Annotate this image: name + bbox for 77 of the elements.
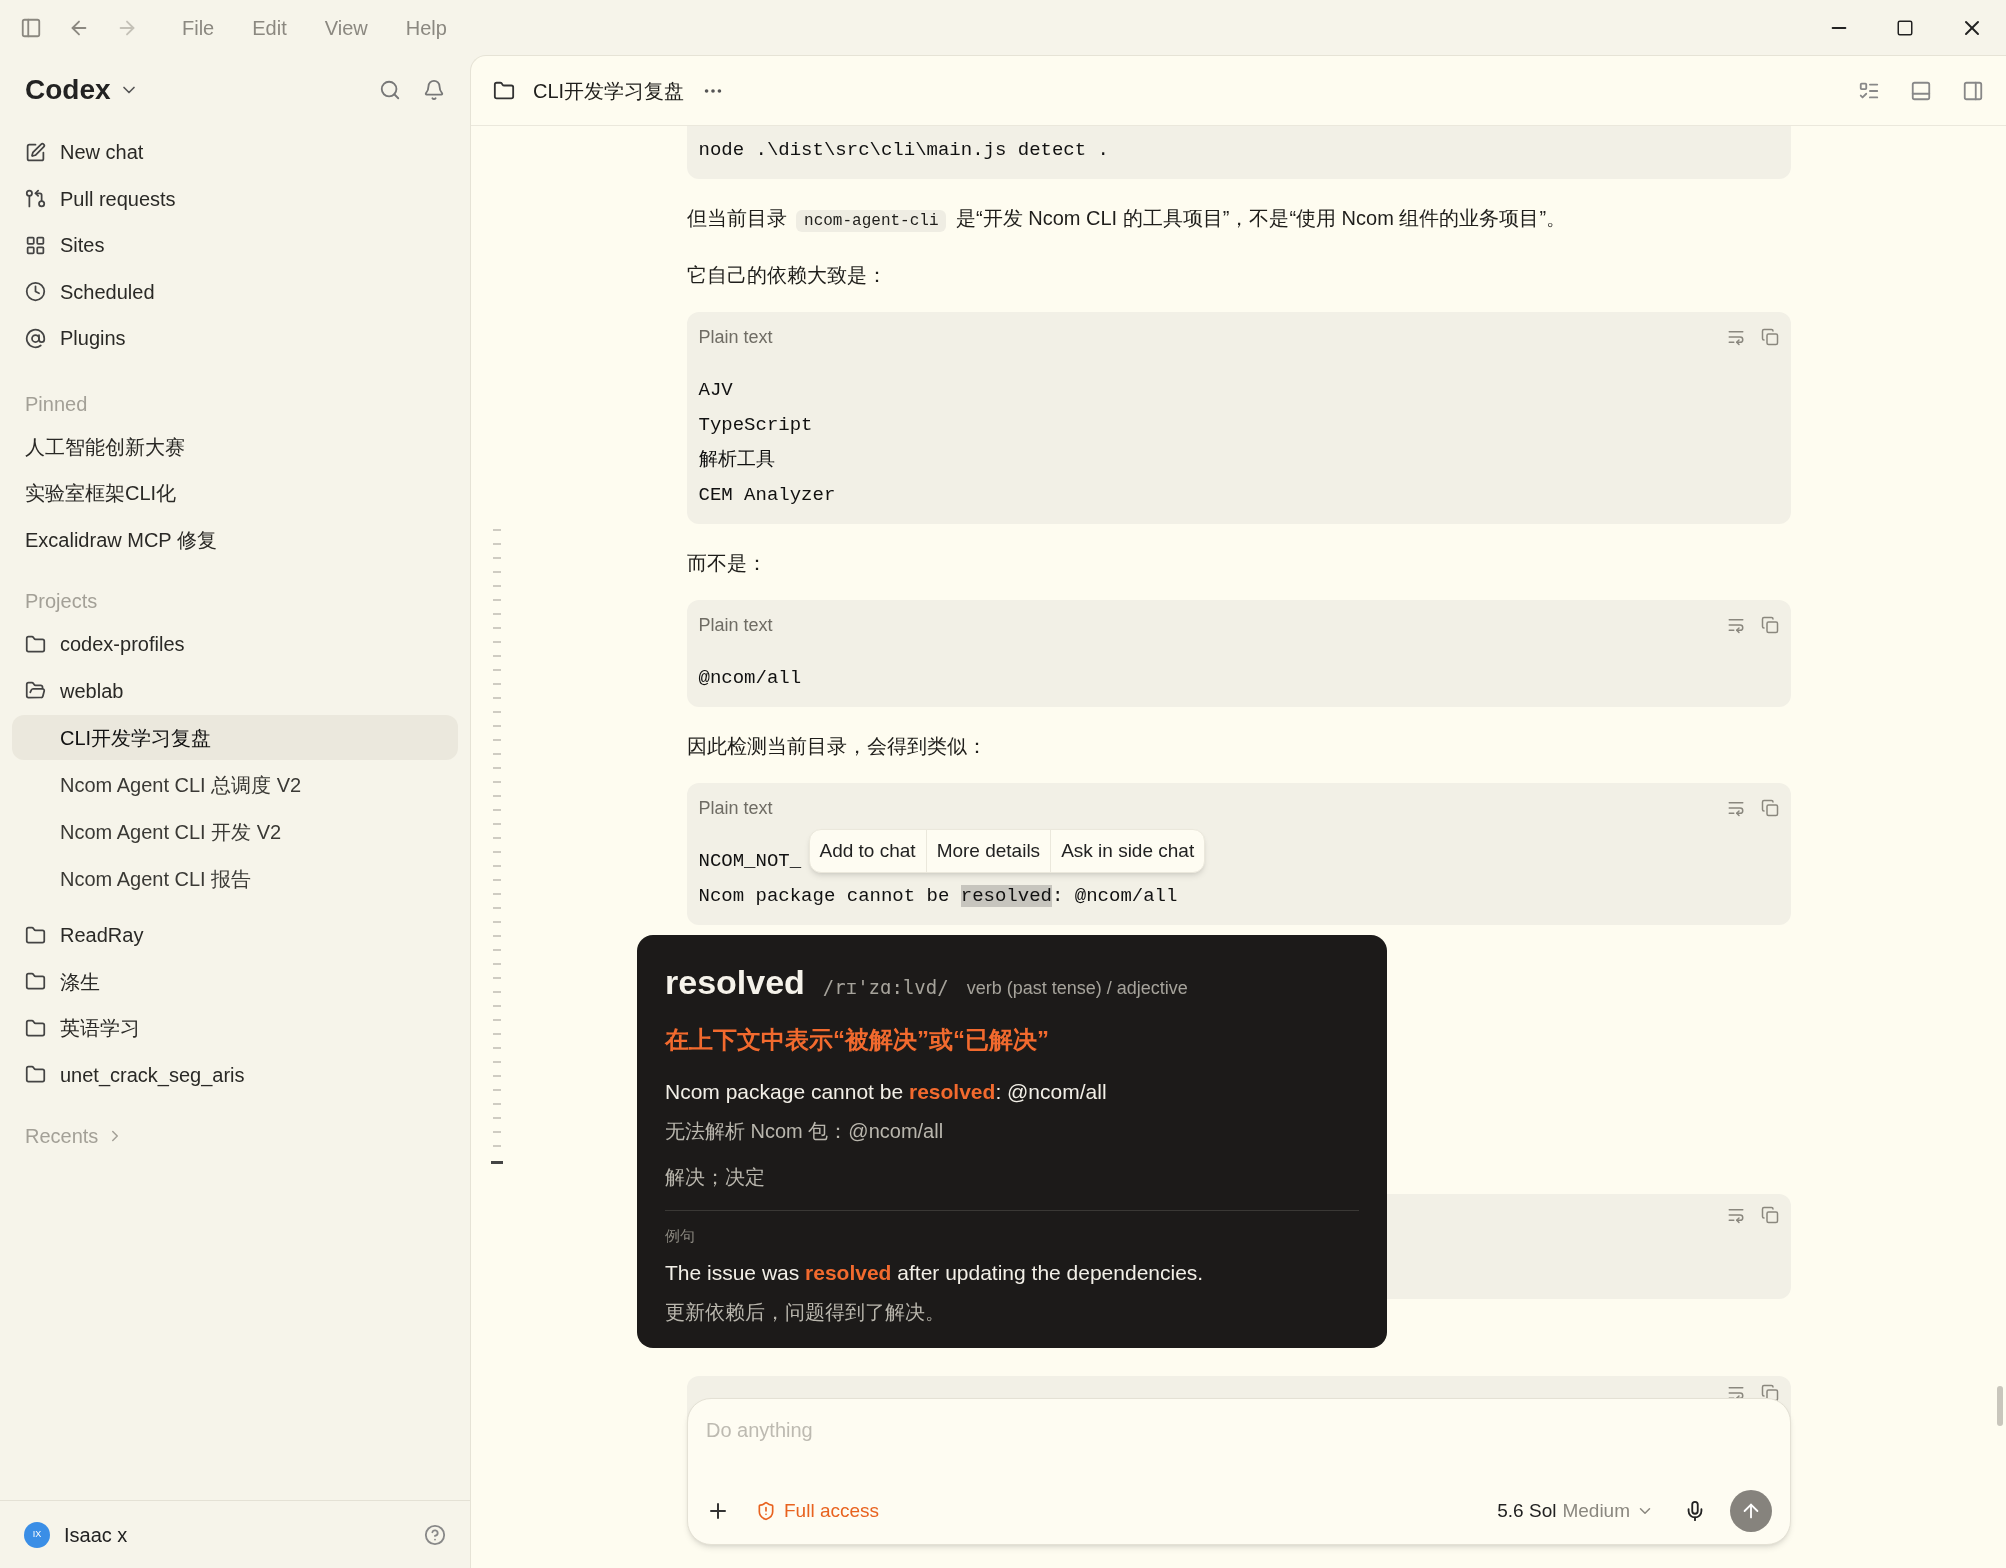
at-icon bbox=[25, 327, 46, 349]
menu-item[interactable]: Ask in side chat bbox=[1050, 830, 1205, 872]
section-heading: Projects bbox=[24, 589, 99, 614]
chat-item[interactable]: Ncom Agent CLI 开发 V2 bbox=[12, 809, 458, 854]
help-icon[interactable] bbox=[424, 1523, 446, 1546]
phonetic: /rɪ'zɑ:lvd/ bbox=[822, 975, 949, 1000]
code-language-label: Plain text bbox=[698, 325, 773, 349]
bell-icon[interactable] bbox=[423, 79, 445, 101]
project-item[interactable]: weblab bbox=[0, 667, 470, 714]
maximize-icon[interactable] bbox=[1896, 18, 1914, 37]
project-item[interactable]: ReadRay bbox=[0, 912, 470, 959]
nav-item[interactable]: Scheduled bbox=[0, 268, 470, 315]
copy-icon[interactable] bbox=[1760, 328, 1779, 346]
code-line: TypeScript bbox=[698, 413, 813, 438]
example-heading: 例句 bbox=[665, 1225, 696, 1246]
pen-icon bbox=[25, 141, 46, 163]
example-sentence: The issue was resolved after updating the dependencies. bbox=[665, 1260, 1205, 1286]
code-language-label: Plain text bbox=[698, 613, 773, 637]
scrollbar-thumb[interactable] bbox=[1997, 1386, 2003, 1426]
chat-item[interactable]: CLI开发学习复盘 bbox=[12, 715, 458, 760]
nav-item[interactable]: Pull requests bbox=[0, 175, 470, 222]
nav-item[interactable]: New chat bbox=[0, 129, 470, 176]
context-meaning: 在上下文中表示“被解决”或“已解决” bbox=[665, 1025, 1050, 1055]
wrap-icon[interactable] bbox=[1726, 799, 1745, 817]
pinned-chat[interactable]: 人工智能创新大赛 bbox=[0, 423, 210, 470]
clock-icon bbox=[25, 281, 46, 303]
chat-title: CLI开发学习复盘 bbox=[533, 78, 685, 104]
copy-icon[interactable] bbox=[1760, 1206, 1779, 1224]
project-item[interactable]: codex-profiles bbox=[0, 621, 470, 668]
context-sentence: Ncom package cannot be resolved: @ncom/all bbox=[665, 1079, 1108, 1105]
section-heading: Pinned bbox=[24, 391, 89, 417]
right-panel-icon[interactable] bbox=[1962, 79, 1984, 102]
send-button[interactable] bbox=[1730, 1490, 1772, 1532]
code-line: node .\dist\src\cli\main.js detect . bbox=[698, 138, 1109, 163]
word-senses: 解决；决定 bbox=[665, 1164, 766, 1190]
context-translation: 无法解析 Ncom 包：@ncom/all bbox=[665, 1118, 945, 1144]
code-line: CEM Analyzer bbox=[698, 483, 836, 508]
sidebar-toggle-icon[interactable] bbox=[20, 16, 42, 39]
project-item[interactable]: unet_crack_seg_aris bbox=[0, 1051, 470, 1098]
branch-icon bbox=[25, 188, 46, 210]
model-selector[interactable]: 5.6 Sol Medium bbox=[1497, 1496, 1654, 1526]
chat-item[interactable]: Ncom Agent CLI 总调度 V2 bbox=[12, 762, 458, 807]
lookup-word: resolved bbox=[665, 962, 805, 1003]
wrap-icon[interactable] bbox=[1726, 1206, 1745, 1224]
code-line: AJV bbox=[698, 378, 733, 403]
menu-item[interactable]: More details bbox=[925, 830, 1051, 872]
code-line: @ncom/all bbox=[698, 666, 802, 691]
search-icon[interactable] bbox=[379, 79, 401, 101]
message-text: 而不是： bbox=[686, 551, 768, 576]
message-text: 因此检测当前目录，会得到类似： bbox=[686, 734, 988, 759]
chat-item[interactable]: Ncom Agent CLI 报告 bbox=[12, 856, 458, 901]
code-language-label: Plain text bbox=[698, 796, 773, 820]
copy-icon[interactable] bbox=[1760, 799, 1779, 817]
app-title[interactable]: Codex bbox=[25, 69, 111, 111]
project-item[interactable]: 涤生 bbox=[0, 958, 470, 1005]
project-item[interactable]: 英语学习 bbox=[0, 1005, 470, 1052]
code-line: Ncom package cannot be resolved: @ncom/all bbox=[698, 884, 1178, 909]
grid-icon bbox=[25, 234, 46, 256]
bottom-panel-icon[interactable] bbox=[1910, 79, 1932, 102]
copy-icon[interactable] bbox=[1760, 616, 1779, 634]
code-line: 解析工具 bbox=[698, 448, 775, 473]
prompt-field[interactable]: Do anything bbox=[706, 1415, 1772, 1445]
part-of-speech: verb (past tense) / adjective bbox=[966, 977, 1188, 1000]
code-line: NCOM_NOT_ bbox=[698, 849, 802, 874]
nav-item[interactable]: Sites bbox=[0, 222, 470, 269]
user-name[interactable]: Isaac x bbox=[64, 1519, 128, 1550]
folder-icon bbox=[493, 79, 515, 102]
pinned-chat[interactable]: Excalidraw MCP 修复 bbox=[0, 516, 242, 563]
example-translation: 更新依赖后，问题得到了解决。 bbox=[665, 1299, 946, 1325]
message-text: 它自己的依赖大致是： bbox=[686, 263, 888, 288]
shield-alert-icon bbox=[756, 1501, 776, 1521]
menu-item[interactable]: Add to chat bbox=[809, 830, 926, 872]
wrap-icon[interactable] bbox=[1726, 328, 1745, 346]
pinned-chat[interactable]: 实验室框架CLI化 bbox=[0, 470, 202, 517]
nav-item[interactable]: Plugins bbox=[0, 315, 470, 362]
message-text: 但当前目录 ncom-agent-cli 是“开发 Ncom CLI 的工具项目”，不是“使用 Ncom 组件的业务项目”。 bbox=[686, 206, 1568, 234]
wrap-icon[interactable] bbox=[1726, 616, 1745, 634]
